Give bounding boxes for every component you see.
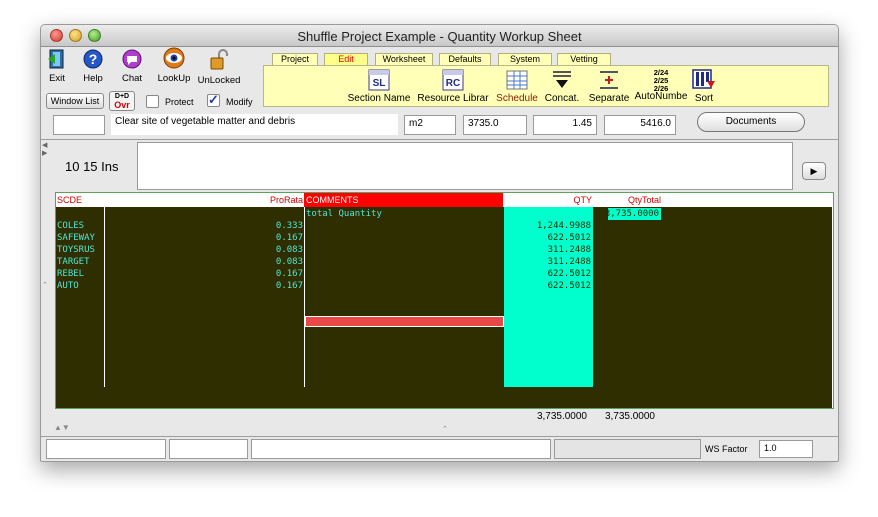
exit-button[interactable]: Exit	[45, 49, 69, 84]
selected-comment-cell[interactable]	[305, 316, 504, 327]
concat-arrow-icon	[553, 71, 571, 88]
memo-label: 10 15 Ins	[65, 159, 119, 174]
separate-arrow-icon	[600, 71, 618, 89]
grid-body	[56, 207, 832, 408]
header-scde[interactable]: SCDE	[57, 193, 103, 207]
quantity-field[interactable]: 3735.0	[463, 115, 527, 135]
row-prorata[interactable]: 0.167	[241, 280, 303, 292]
ws-factor-field[interactable]: 1.0	[759, 440, 813, 458]
help-button[interactable]: ? Help	[79, 49, 107, 84]
header-prorata[interactable]: ProRata	[241, 193, 303, 207]
help-question-icon: ?	[83, 49, 103, 69]
schedule-button[interactable]: Schedule	[496, 69, 538, 104]
sort-icon	[692, 69, 715, 89]
status-field	[169, 439, 248, 459]
svg-text:RC: RC	[446, 78, 460, 89]
window-title: Shuffle Project Example - Quantity Worku…	[297, 29, 582, 44]
unlocked-padlock-icon	[210, 49, 228, 70]
item-code-field[interactable]	[53, 115, 105, 135]
autonumber-button[interactable]: 2/24 2/25 2/26 AutoNumbe	[635, 69, 688, 102]
row-scroll-arrows-icon[interactable]: ▲▼	[54, 423, 70, 432]
row-prorata[interactable]: 0.167	[241, 268, 303, 280]
modify-checkbox[interactable]	[207, 92, 220, 108]
protect-checkbox[interactable]	[146, 95, 159, 108]
protect-label: Protect	[165, 97, 194, 107]
resize-handle-icon[interactable]: ⌃	[442, 425, 448, 433]
window-list-button[interactable]: Window List	[46, 93, 104, 109]
divider	[41, 139, 838, 140]
tab-worksheet[interactable]: Worksheet	[375, 53, 433, 65]
unit-field[interactable]: m2	[404, 115, 456, 135]
ws-factor-label: WS Factor	[705, 444, 748, 454]
splitter-arrows-icon[interactable]: ◀ ▶	[42, 142, 51, 162]
lookup-button[interactable]: LookUp	[154, 47, 194, 84]
header-comments[interactable]: COMMENTS	[304, 193, 503, 207]
divider	[41, 436, 838, 437]
separate-button[interactable]: Separate	[589, 69, 629, 104]
eye-lookup-icon	[163, 47, 185, 69]
row-qty[interactable]: 622.5012	[504, 232, 591, 244]
side-handle-icon[interactable]: ⌃	[42, 281, 48, 289]
row-qty[interactable]: 1,244.9988	[504, 220, 591, 232]
svg-text:?: ?	[89, 51, 98, 67]
exit-door-icon	[48, 49, 64, 69]
memo-text-area[interactable]	[137, 142, 793, 190]
row-scde[interactable]: SAFEWAY	[57, 232, 95, 244]
row-scde[interactable]: REBEL	[57, 268, 84, 280]
chat-button[interactable]: Chat	[117, 49, 147, 84]
tab-defaults[interactable]: Defaults	[439, 53, 491, 65]
status-field	[46, 439, 166, 459]
unlocked-button[interactable]: UnLocked	[195, 49, 243, 86]
header-qty[interactable]: QTY	[504, 193, 592, 207]
resource-library-button[interactable]: RC Resource Librar	[417, 69, 489, 104]
row-prorata[interactable]: 0.083	[241, 256, 303, 268]
column-divider	[304, 207, 305, 387]
play-button[interactable]: ▶	[802, 162, 826, 180]
play-icon: ▶	[810, 166, 818, 176]
item-description-field[interactable]: Clear site of vegetable matter and debri…	[111, 114, 398, 135]
qty-total: 3,735.0000	[536, 411, 587, 422]
modify-label: Modify	[226, 97, 253, 107]
tab-system[interactable]: System	[498, 53, 552, 65]
column-divider	[104, 207, 105, 387]
status-field	[554, 439, 701, 459]
row-qty[interactable]: 311.2488	[504, 244, 591, 256]
row-prorata[interactable]: 0.083	[241, 244, 303, 256]
row-scde[interactable]: TARGET	[57, 256, 90, 268]
row-scde[interactable]: AUTO	[57, 280, 79, 292]
qtytotal-total: 3,735.0000	[604, 411, 655, 422]
summary-comment[interactable]: total Quantity	[306, 208, 382, 220]
tab-vetting[interactable]: Vetting	[557, 53, 611, 65]
row-qty[interactable]: 622.5012	[504, 268, 591, 280]
row-qty[interactable]: 311.2488	[504, 256, 591, 268]
tab-project[interactable]: Project	[272, 53, 318, 65]
main-window: Shuffle Project Example - Quantity Worku…	[40, 24, 839, 462]
section-name-icon: SL	[368, 69, 390, 91]
chat-bubble-icon	[122, 49, 142, 69]
header-qtytotal[interactable]: QtyTotal	[593, 193, 661, 207]
total-field[interactable]: 5416.0	[604, 115, 676, 135]
status-field	[251, 439, 551, 459]
tab-edit[interactable]: Edit	[324, 53, 368, 65]
rate-field[interactable]: 1.45	[533, 115, 597, 135]
schedule-grid-icon	[506, 70, 528, 90]
row-scde[interactable]: COLES	[57, 220, 84, 232]
concat-button[interactable]: Concat.	[545, 69, 579, 104]
row-scde[interactable]: TOYSRUS	[57, 244, 95, 256]
dnd-override-button[interactable]: D+D Ovr	[109, 91, 135, 111]
row-qty[interactable]: 622.5012	[504, 280, 591, 292]
documents-button[interactable]: Documents	[697, 112, 805, 132]
summary-qtytotal[interactable]: 3,735.0000	[601, 208, 659, 220]
row-prorata[interactable]: 0.167	[241, 232, 303, 244]
section-name-button[interactable]: SL Section Name	[348, 69, 410, 104]
sort-button[interactable]: Sort	[691, 69, 717, 104]
title-bar: Shuffle Project Example - Quantity Worku…	[41, 25, 838, 47]
row-prorata[interactable]: 0.333	[241, 220, 303, 232]
resource-library-icon: RC	[442, 69, 464, 91]
svg-text:SL: SL	[373, 78, 386, 89]
